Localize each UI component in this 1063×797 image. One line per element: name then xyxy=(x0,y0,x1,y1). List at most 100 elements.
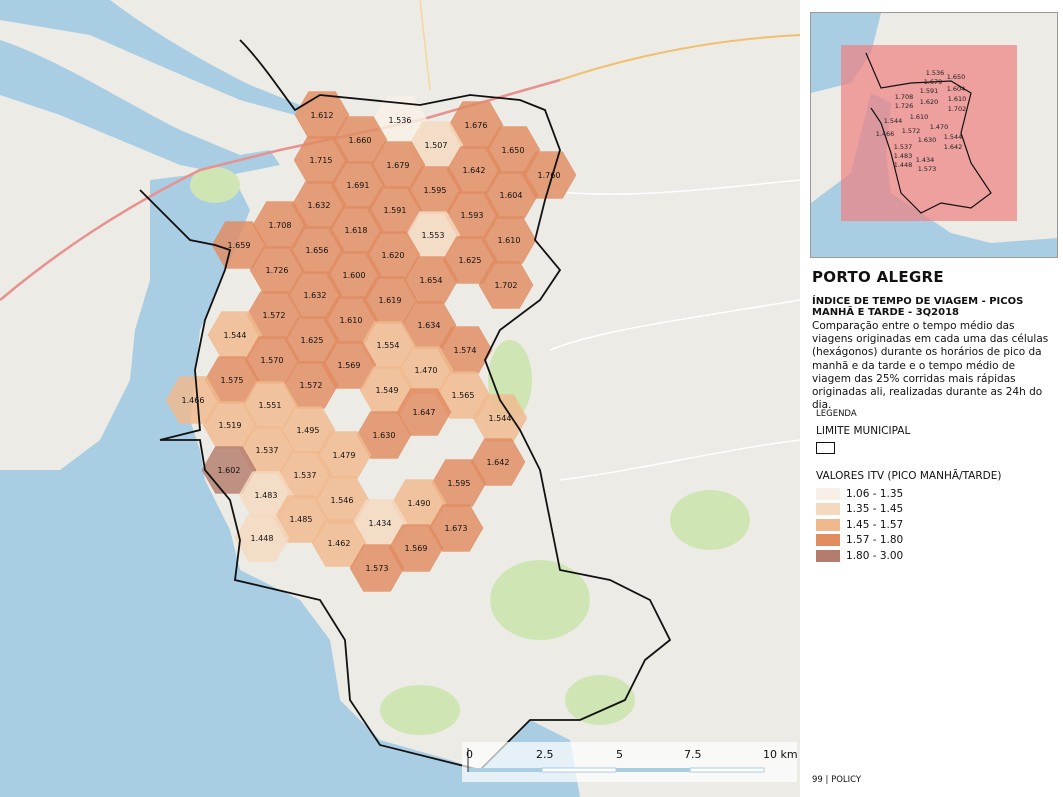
hexagon-value-label: 1.702 xyxy=(495,281,518,290)
legend-swatch xyxy=(816,487,840,500)
legend-values-title: VALORES ITV (PICO MANHÃ/TARDE) xyxy=(816,470,1002,482)
hexagon-value-label: 1.625 xyxy=(459,256,482,265)
hexagon-value-label: 1.659 xyxy=(228,241,251,250)
scale-tick-label: 7.5 xyxy=(684,748,702,761)
hexagon-value-label: 1.553 xyxy=(422,231,445,240)
legend-swatch xyxy=(816,518,840,531)
legend-heading: LEGENDA xyxy=(816,409,857,419)
map-description: Comparação entre o tempo médio das viage… xyxy=(812,320,1049,412)
hexagon-value-label: 1.610 xyxy=(340,316,363,325)
scale-tick-label: 10 km xyxy=(763,748,798,761)
hexagon-value-label: 1.619 xyxy=(379,296,402,305)
scale-segment xyxy=(689,767,765,773)
hexagon-value-label: 1.570 xyxy=(261,356,284,365)
inset-value-label: 1.544 xyxy=(884,117,903,125)
scale-bar-background xyxy=(462,742,797,782)
hexagon-value-label: 1.618 xyxy=(345,226,368,235)
inset-value-label: 1.708 xyxy=(895,93,914,101)
hexagon-value-label: 1.549 xyxy=(376,386,399,395)
hexagon-value-label: 1.595 xyxy=(424,186,447,195)
hexagon-value-label: 1.565 xyxy=(452,391,475,400)
scale-segment xyxy=(468,768,542,772)
legend-swatch xyxy=(816,534,840,547)
hexagon-value-label: 1.632 xyxy=(308,201,331,210)
hexagon-value-label: 1.569 xyxy=(338,361,361,370)
hexagon-value-label: 1.537 xyxy=(256,446,279,455)
hexagon-value-label: 1.676 xyxy=(465,121,488,130)
legend-class: 1.45 - 1.57 xyxy=(816,517,903,533)
inset-value-label: 1.702 xyxy=(948,105,967,113)
hexagon-value-label: 1.673 xyxy=(445,524,468,533)
legend-boundary-swatch xyxy=(816,442,835,454)
hexagon-value-label: 1.654 xyxy=(420,276,443,285)
park xyxy=(670,490,750,550)
legend-classes: 1.06 - 1.35 1.35 - 1.45 1.45 - 1.57 1.57… xyxy=(816,486,903,564)
scale-segment xyxy=(616,768,690,772)
hexagon-value-label: 1.656 xyxy=(306,246,329,255)
legend-class-label: 1.35 - 1.45 xyxy=(846,503,904,516)
hexagon-value-label: 1.632 xyxy=(304,291,327,300)
inset-value-label: 1.470 xyxy=(930,123,949,131)
hexagon-value-label: 1.647 xyxy=(413,408,436,417)
park xyxy=(380,685,460,735)
scale-tick-label: 5 xyxy=(616,748,623,761)
park xyxy=(490,560,590,640)
inset-value-label: 1.591 xyxy=(920,87,939,95)
hexagon-value-label: 1.495 xyxy=(297,426,320,435)
hexagon-value-label: 1.466 xyxy=(182,396,205,405)
inset-value-label: 1.544 xyxy=(944,133,963,141)
inset-value-label: 1.573 xyxy=(918,165,937,173)
legend-class: 1.06 - 1.35 xyxy=(816,486,903,502)
hexagon-value-label: 1.630 xyxy=(373,431,396,440)
hexagon-value-label: 1.612 xyxy=(311,111,334,120)
hexagon-value-label: 1.544 xyxy=(489,414,512,423)
hexagon-value-label: 1.591 xyxy=(384,206,407,215)
hexagon-value-label: 1.537 xyxy=(294,471,317,480)
legend-boundary-label: LIMITE MUNICIPAL xyxy=(816,425,911,437)
hexagon-value-label: 1.600 xyxy=(343,271,366,280)
hexagon-value-label: 1.715 xyxy=(310,156,333,165)
hexagon-value-label: 1.572 xyxy=(300,381,323,390)
inset-value-label: 1.434 xyxy=(916,156,935,164)
map-title: PORTO ALEGRE xyxy=(812,268,944,286)
hexagon-value-label: 1.604 xyxy=(500,191,523,200)
inset-value-label: 1.604 xyxy=(947,85,966,93)
hexagon-value-label: 1.574 xyxy=(454,346,477,355)
hexagon-value-label: 1.448 xyxy=(251,534,274,543)
page-footer: 99 | POLICY xyxy=(812,775,862,785)
hexagon-value-label: 1.572 xyxy=(263,311,286,320)
hexagon-value-label: 1.620 xyxy=(382,251,405,260)
inset-value-label: 1.610 xyxy=(948,95,967,103)
legend-class-label: 1.45 - 1.57 xyxy=(846,518,904,531)
hexagon-value-label: 1.546 xyxy=(331,496,354,505)
hexagon-value-label: 1.610 xyxy=(498,236,521,245)
legend-class: 1.80 - 3.00 xyxy=(816,548,903,564)
hexagon-value-label: 1.470 xyxy=(415,366,438,375)
hexagon-value-label: 1.691 xyxy=(347,181,370,190)
hexagon-value-label: 1.642 xyxy=(487,458,510,467)
hexagon-value-label: 1.634 xyxy=(418,321,441,330)
legend-class: 1.57 - 1.80 xyxy=(816,533,903,549)
legend-class-label: 1.57 - 1.80 xyxy=(846,534,904,547)
inset-value-label: 1.630 xyxy=(918,136,937,144)
hexagon-value-label: 1.642 xyxy=(463,166,486,175)
inset-value-label: 1.448 xyxy=(894,161,913,169)
inset-value-label: 1.466 xyxy=(876,130,895,138)
hexagon-value-label: 1.595 xyxy=(448,479,471,488)
hexagon-value-label: 1.575 xyxy=(221,376,244,385)
legend-class-label: 1.80 - 3.00 xyxy=(846,549,904,562)
hexagon-value-label: 1.679 xyxy=(387,161,410,170)
hexagon-value-label: 1.593 xyxy=(461,211,484,220)
inset-value-label: 1.537 xyxy=(894,143,913,151)
main-map[interactable]: 1.612 1.536 1.676 1.660 1.507 1.650 1.715 1.679… xyxy=(0,0,800,797)
legend-swatch xyxy=(816,549,840,562)
inset-value-label: 1.572 xyxy=(902,127,921,135)
hexagon-value-label: 1.726 xyxy=(266,266,289,275)
legend-class: 1.35 - 1.45 xyxy=(816,502,903,518)
inset-value-label: 1.536 xyxy=(926,69,945,77)
hexagon-value-label: 1.479 xyxy=(333,451,356,460)
hexagon-value-label: 1.485 xyxy=(290,515,313,524)
hexagon-value-label: 1.434 xyxy=(369,519,392,528)
hexagon-value-label: 1.625 xyxy=(301,336,324,345)
inset-value-label: 1.610 xyxy=(910,113,929,121)
